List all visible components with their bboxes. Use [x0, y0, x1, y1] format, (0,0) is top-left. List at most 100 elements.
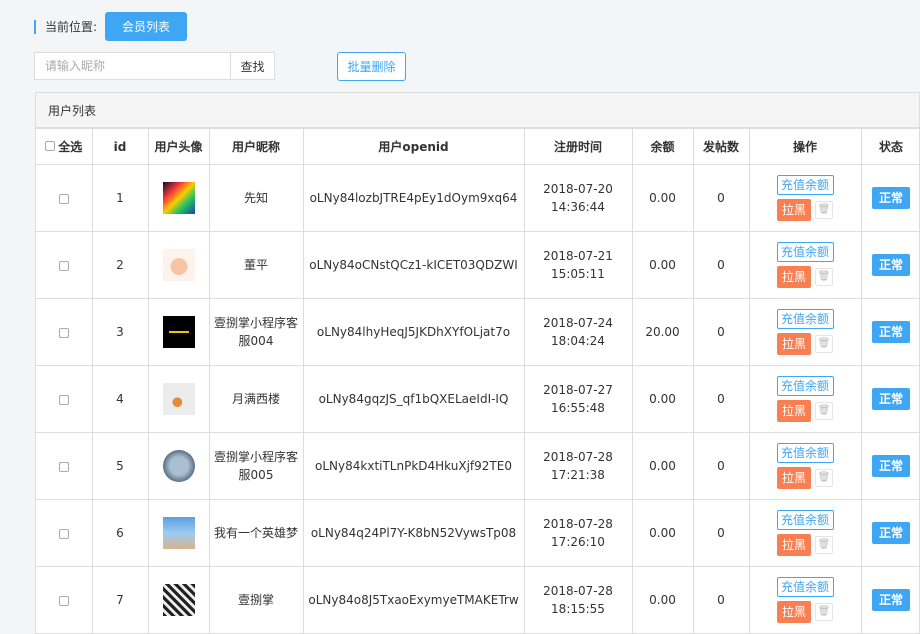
- row-checkbox[interactable]: [58, 327, 69, 338]
- trash-icon[interactable]: 🗑: [815, 201, 833, 219]
- column-header-balance: 余额: [631, 128, 694, 165]
- reg-time: 14:36:44: [551, 200, 605, 214]
- status-badge[interactable]: 正常: [872, 455, 910, 477]
- recharge-button[interactable]: 充值余额: [776, 175, 834, 195]
- reg-date: 2018-07-24: [543, 316, 613, 330]
- user-id: 6: [91, 499, 149, 567]
- panel-title: 用户列表: [36, 93, 919, 128]
- row-checkbox[interactable]: [58, 193, 69, 204]
- reg-time: 18:15:55: [551, 602, 605, 616]
- avatar-cell: [147, 365, 210, 433]
- user-balance: 0.00: [631, 231, 694, 299]
- row-select-cell: [36, 432, 93, 500]
- blacklist-button[interactable]: 拉黑: [777, 534, 811, 556]
- status-badge[interactable]: 正常: [872, 522, 910, 544]
- user-nickname: 壹捌掌: [208, 566, 304, 633]
- column-header-posts: 发帖数: [692, 128, 750, 165]
- reg-date: 2018-07-28: [543, 450, 613, 464]
- user-balance: 0.00: [631, 499, 694, 567]
- search-button[interactable]: 查找: [230, 52, 275, 80]
- blacklist-button[interactable]: 拉黑: [777, 601, 811, 623]
- reg-date: 2018-07-27: [543, 383, 613, 397]
- row-checkbox[interactable]: [58, 595, 69, 606]
- recharge-button[interactable]: 充值余额: [776, 309, 834, 329]
- user-openid: oLNy84o8J5TxaoExymyeTMAKETrw: [302, 566, 525, 633]
- select-all-header[interactable]: 全选: [36, 128, 93, 165]
- breadcrumb-current-button[interactable]: 会员列表: [105, 12, 188, 41]
- trash-icon[interactable]: 🗑: [815, 402, 833, 420]
- blacklist-button[interactable]: 拉黑: [777, 266, 811, 288]
- status-cell: 正常: [860, 432, 919, 500]
- trash-icon[interactable]: 🗑: [815, 469, 833, 487]
- status-badge[interactable]: 正常: [872, 187, 910, 209]
- select-all-checkbox[interactable]: [45, 141, 56, 151]
- trash-icon[interactable]: 🗑: [815, 603, 833, 621]
- table-row: 7 壹捌掌 oLNy84o8J5TxaoExymyeTMAKETrw 2018-07-…: [36, 566, 919, 633]
- trash-icon[interactable]: 🗑: [815, 268, 833, 286]
- table-row: 6 我有一个英雄梦 oLNy84q24Pl7Y-K8bN52VywsTp08 2018…: [36, 499, 919, 567]
- column-header-reg-time: 注册时间: [523, 128, 633, 165]
- reg-time-cell: 2018-07-28 18:15:55: [523, 566, 633, 633]
- status-cell: 正常: [860, 298, 919, 366]
- breadcrumb: 当前位置: 会员列表: [34, 12, 188, 41]
- reg-date: 2018-07-21: [543, 249, 613, 263]
- reg-time: 18:04:24: [551, 334, 605, 348]
- reg-time-cell: 2018-07-20 14:36:44: [523, 164, 633, 232]
- avatar-cell: [147, 231, 210, 299]
- column-header-nickname: 用户昵称: [208, 128, 304, 165]
- column-header-status: 状态: [860, 128, 919, 165]
- trash-icon[interactable]: 🗑: [815, 335, 833, 353]
- row-checkbox[interactable]: [58, 260, 69, 271]
- user-id: 7: [91, 566, 149, 633]
- table-row: 4 月满西楼 oLNy84gqzJS_qf1bQXELaeIdI-IQ 2018-07…: [36, 365, 919, 433]
- status-badge[interactable]: 正常: [872, 254, 910, 276]
- actions-cell: 充值余额拉黑 🗑: [748, 499, 862, 567]
- user-post-count: 0: [692, 499, 750, 567]
- select-all-label: 全选: [58, 139, 83, 154]
- row-select-cell: [36, 298, 93, 366]
- status-badge[interactable]: 正常: [872, 388, 910, 410]
- status-badge[interactable]: 正常: [872, 589, 910, 611]
- row-select-cell: [36, 499, 93, 567]
- avatar: [162, 249, 195, 281]
- avatar-cell: [147, 499, 210, 567]
- avatar: [162, 450, 195, 482]
- recharge-button[interactable]: 充值余额: [776, 510, 834, 530]
- blacklist-button[interactable]: 拉黑: [777, 199, 811, 221]
- avatar: [162, 517, 195, 549]
- table-row: 5 壹捌掌小程序客服005 oLNy84kxtiTLnPkD4HkuXjf92TE0…: [36, 432, 919, 500]
- avatar: [162, 182, 195, 214]
- user-openid: oLNy84gqzJS_qf1bQXELaeIdI-IQ: [302, 365, 525, 433]
- status-cell: 正常: [860, 365, 919, 433]
- avatar: [162, 316, 195, 348]
- batch-delete-button[interactable]: 批量删除: [337, 52, 406, 81]
- row-checkbox[interactable]: [58, 528, 69, 539]
- user-nickname: 我有一个英雄梦: [208, 499, 304, 567]
- user-id: 2: [91, 231, 149, 299]
- recharge-button[interactable]: 充值余额: [776, 242, 834, 262]
- blacklist-button[interactable]: 拉黑: [777, 467, 811, 489]
- status-cell: 正常: [860, 566, 919, 633]
- recharge-button[interactable]: 充值余额: [776, 577, 834, 597]
- user-nickname: 先知: [208, 164, 304, 232]
- status-cell: 正常: [860, 499, 919, 567]
- user-id: 5: [91, 432, 149, 500]
- user-nickname: 董平: [208, 231, 304, 299]
- recharge-button[interactable]: 充值余额: [776, 443, 834, 463]
- recharge-button[interactable]: 充值余额: [776, 376, 834, 396]
- nickname-search-input[interactable]: [34, 52, 231, 80]
- status-cell: 正常: [860, 164, 919, 232]
- trash-icon[interactable]: 🗑: [815, 536, 833, 554]
- actions-cell: 充值余额拉黑 🗑: [748, 164, 862, 232]
- row-checkbox[interactable]: [58, 394, 69, 405]
- user-nickname: 月满西楼: [208, 365, 304, 433]
- row-checkbox[interactable]: [58, 461, 69, 472]
- status-badge[interactable]: 正常: [872, 321, 910, 343]
- reg-date: 2018-07-28: [543, 517, 613, 531]
- blacklist-button[interactable]: 拉黑: [777, 333, 811, 355]
- avatar-cell: [147, 566, 210, 633]
- user-openid: oLNy84oCNstQCz1-kICET03QDZWI: [302, 231, 525, 299]
- user-openid: oLNy84q24Pl7Y-K8bN52VywsTp08: [302, 499, 525, 567]
- user-list-panel: 用户列表 全选 id 用户头像 用户昵称 用户openid 注册时间 余额 发帖…: [35, 92, 920, 634]
- blacklist-button[interactable]: 拉黑: [777, 400, 811, 422]
